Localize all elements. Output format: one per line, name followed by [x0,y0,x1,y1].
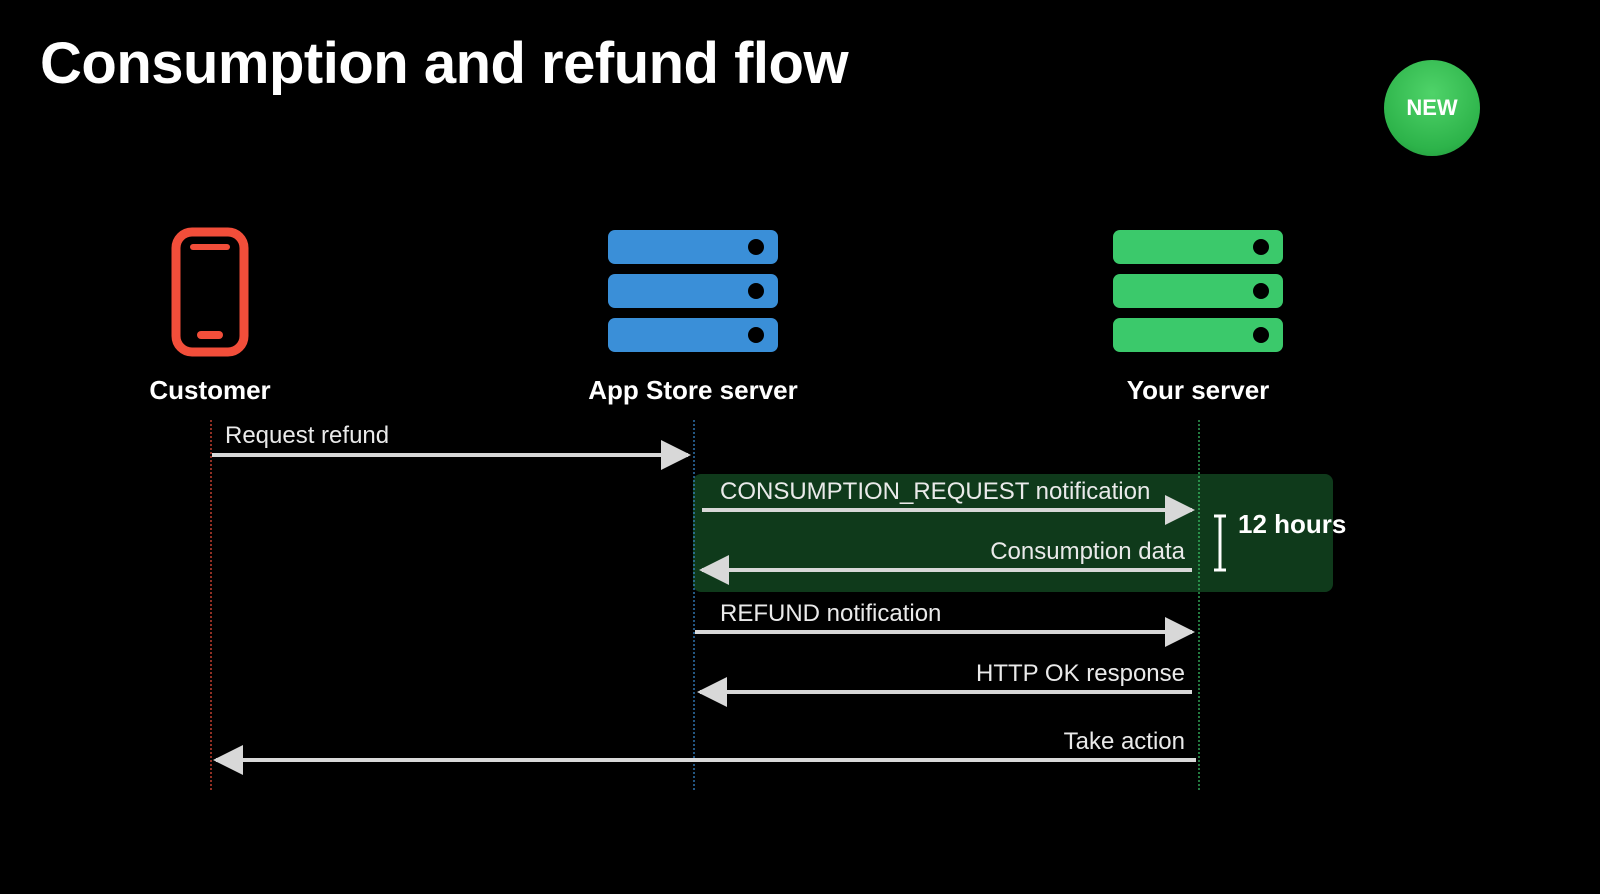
msg-consumption-request: CONSUMPTION_REQUEST notification [720,478,1150,506]
lifeline-customer [210,420,212,790]
msg-consumption-data: Consumption data [990,538,1185,566]
lifeline-appstore [693,420,695,790]
sequence-diagram: Customer App Store server Your server [0,230,1600,850]
msg-http-ok: HTTP OK response [976,660,1185,688]
new-badge: NEW [1384,60,1480,156]
phone-icon [170,226,250,358]
actor-label-appstore: App Store server [588,375,798,406]
slide-title: Consumption and refund flow [40,30,848,97]
duration-label: 12 hours [1238,510,1346,540]
server-icon-yourserver [1113,230,1283,362]
actor-label-customer: Customer [149,375,270,406]
server-icon-appstore [608,230,778,362]
msg-refund-notification: REFUND notification [720,600,941,628]
msg-take-action: Take action [1064,728,1185,756]
actor-label-yourserver: Your server [1127,375,1270,406]
lifeline-yourserver [1198,420,1200,790]
msg-request-refund: Request refund [225,422,389,450]
